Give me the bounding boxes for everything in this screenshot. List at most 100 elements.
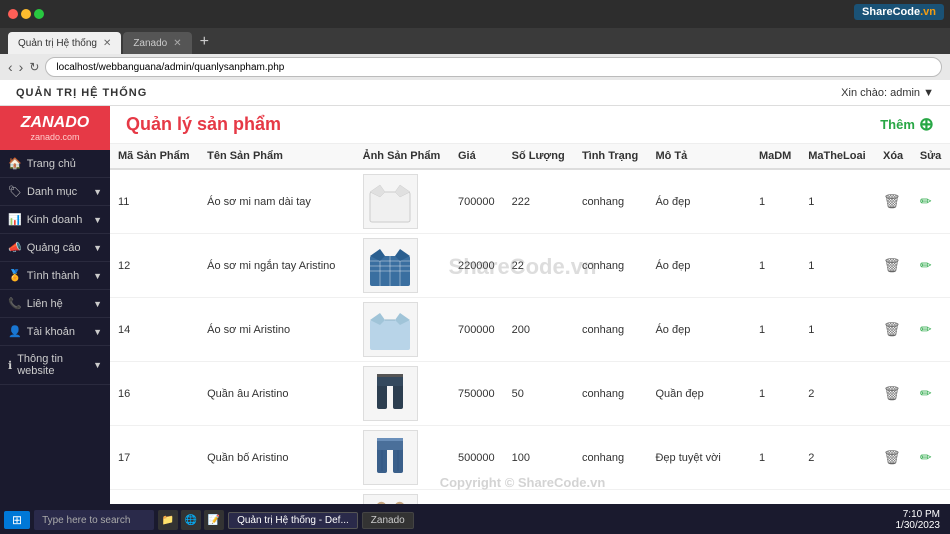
couple-icon	[364, 494, 417, 504]
product-image	[363, 238, 418, 293]
main-content: Quản lý sản phẩm Thêm ⊕ Mã Sản Phẩm Tên …	[110, 106, 950, 504]
edit-button[interactable]: ✏	[920, 321, 932, 338]
product-madm: 1	[751, 234, 800, 298]
tab-close-icon[interactable]: ✕	[103, 38, 111, 49]
product-delete-cell: 🗑	[875, 426, 912, 490]
taskbar-active-app[interactable]: Quản trị Hệ thống - Def...	[228, 512, 358, 529]
home-icon: 🏠	[8, 157, 22, 170]
delete-button[interactable]: 🗑	[883, 449, 901, 466]
product-image	[363, 302, 418, 357]
product-matheloai: 2	[800, 362, 875, 426]
product-qty: 200	[504, 298, 574, 362]
sidebar-item-category[interactable]: 🏷 Danh mục ▼	[0, 178, 110, 206]
new-tab-button[interactable]: +	[194, 30, 215, 54]
product-table: Mã Sản Phẩm Tên Sản Phẩm Ảnh Sản Phẩm Gi…	[110, 144, 950, 504]
product-id: 12	[110, 234, 199, 298]
product-price: 700000	[450, 298, 504, 362]
product-delete-cell: 🗑	[875, 362, 912, 426]
product-name: Quần âu Aristino	[199, 362, 355, 426]
col-header-img: Ảnh Sản Phẩm	[355, 144, 450, 169]
sidebar-label-business: Kinh doanh	[27, 214, 83, 226]
taskbar: ⊞ Type here to search 📁 🌐 📝 Quản trị Hệ …	[0, 506, 950, 534]
taskbar-app-icons: 📁 🌐 📝	[158, 510, 224, 530]
product-id: 17	[110, 426, 199, 490]
table-row: 11 Áo sơ mi nam dài tay	[110, 169, 950, 234]
contact-arrow-icon: ▼	[93, 299, 102, 309]
start-button[interactable]: ⊞	[4, 511, 30, 529]
edit-button[interactable]: ✏	[920, 449, 932, 466]
edit-button[interactable]: ✏	[920, 385, 932, 402]
product-image	[363, 430, 418, 485]
table-row: 16 Quần âu Aristino	[110, 362, 950, 426]
col-header-id: Mã Sản Phẩm	[110, 144, 199, 169]
product-price: 700000	[450, 169, 504, 234]
sidebar-menu: 🏠 Trang chủ 🏷 Danh mục ▼ 📊 Kinh doanh ▼ …	[0, 150, 110, 385]
sidebar-item-business[interactable]: 📊 Kinh doanh ▼	[0, 206, 110, 234]
taskbar-inactive-app[interactable]: Zanado	[362, 512, 414, 529]
taskbar-search[interactable]: Type here to search	[34, 510, 154, 530]
refresh-button[interactable]: ↻	[29, 60, 39, 74]
sidebar-label-contact: Liên hệ	[27, 298, 63, 310]
sidebar-item-siteinfo[interactable]: ℹ Thông tin website ▼	[0, 346, 110, 385]
add-product-button[interactable]: Thêm ⊕	[880, 114, 934, 135]
sidebar-item-ads[interactable]: 📣 Quảng cáo ▼	[0, 234, 110, 262]
sidebar-item-account[interactable]: 👤 Tài khoản ▼	[0, 318, 110, 346]
medal-icon: 🏅	[8, 269, 22, 282]
pants-dark-icon	[365, 369, 415, 419]
product-status: conhang	[574, 298, 648, 362]
taskbar-icon-1: 📁	[158, 510, 178, 530]
forward-button[interactable]: ›	[19, 59, 24, 75]
product-madm: 1	[751, 362, 800, 426]
col-header-name: Tên Sản Phẩm	[199, 144, 355, 169]
taskbar-time: 7:10 PM	[896, 509, 941, 520]
shirt-plaid-icon	[365, 241, 415, 291]
col-header-madm: MaDM	[751, 144, 800, 169]
business-arrow-icon: ▼	[93, 215, 102, 225]
sidebar-label-siteinfo: Thông tin website	[17, 353, 88, 377]
edit-button[interactable]: ✏	[920, 257, 932, 274]
info-icon: ℹ	[8, 359, 12, 372]
pants-jeans-icon	[365, 433, 415, 483]
tab-active-label: Quản trị Hệ thống	[18, 38, 97, 49]
product-image	[363, 366, 418, 421]
product-price: 390000	[450, 490, 504, 505]
delete-button[interactable]: 🗑	[883, 193, 901, 210]
shirt-white-icon	[365, 177, 415, 227]
product-name: Áo sơ mi ngắn tay Aristino	[199, 234, 355, 298]
product-status: conhang	[574, 362, 648, 426]
shirt-blue-icon	[365, 305, 415, 355]
product-image-cell	[355, 490, 450, 505]
back-button[interactable]: ‹	[8, 59, 13, 75]
product-name: Áo sơ mi Aristino	[199, 298, 355, 362]
delete-button[interactable]: 🗑	[883, 257, 901, 274]
sidebar-label-ads: Quảng cáo	[27, 242, 81, 254]
edit-button[interactable]: ✏	[920, 193, 932, 210]
product-status: Còn hàng	[574, 490, 648, 505]
product-price: 220000	[450, 234, 504, 298]
product-matheloai: 2	[800, 426, 875, 490]
sidebar-item-contact[interactable]: 📞 Liên hệ ▼	[0, 290, 110, 318]
tab-inactive[interactable]: Zanado ✕	[123, 32, 191, 54]
product-matheloai: 1	[800, 298, 875, 362]
product-madm: 2	[751, 490, 800, 505]
product-delete-cell: 🗑	[875, 234, 912, 298]
account-arrow-icon: ▼	[93, 327, 102, 337]
tab-inactive-close-icon[interactable]: ✕	[173, 38, 181, 49]
col-header-price: Giá	[450, 144, 504, 169]
siteinfo-arrow-icon: ▼	[93, 360, 102, 370]
sidebar-item-region[interactable]: 🏅 Tình thành ▼	[0, 262, 110, 290]
table-row: 17 Quần bố Aristino	[110, 426, 950, 490]
product-edit-cell: ✏	[912, 362, 950, 426]
user-icon: 👤	[8, 325, 22, 338]
sidebar-label-account: Tài khoản	[27, 326, 75, 338]
delete-button[interactable]: 🗑	[883, 385, 901, 402]
delete-button[interactable]: 🗑	[883, 321, 901, 338]
col-header-matheloai: MaTheLoai	[800, 144, 875, 169]
tab-active[interactable]: Quản trị Hệ thống ✕	[8, 32, 121, 54]
product-delete-cell: 🗑	[875, 298, 912, 362]
address-bar-input[interactable]	[45, 57, 942, 77]
sidebar-logo: ZANADO zanado.com	[0, 106, 110, 150]
product-madm: 1	[751, 426, 800, 490]
sharecode-logo: ShareCode.vn	[854, 4, 944, 20]
sidebar-item-home[interactable]: 🏠 Trang chủ	[0, 150, 110, 178]
